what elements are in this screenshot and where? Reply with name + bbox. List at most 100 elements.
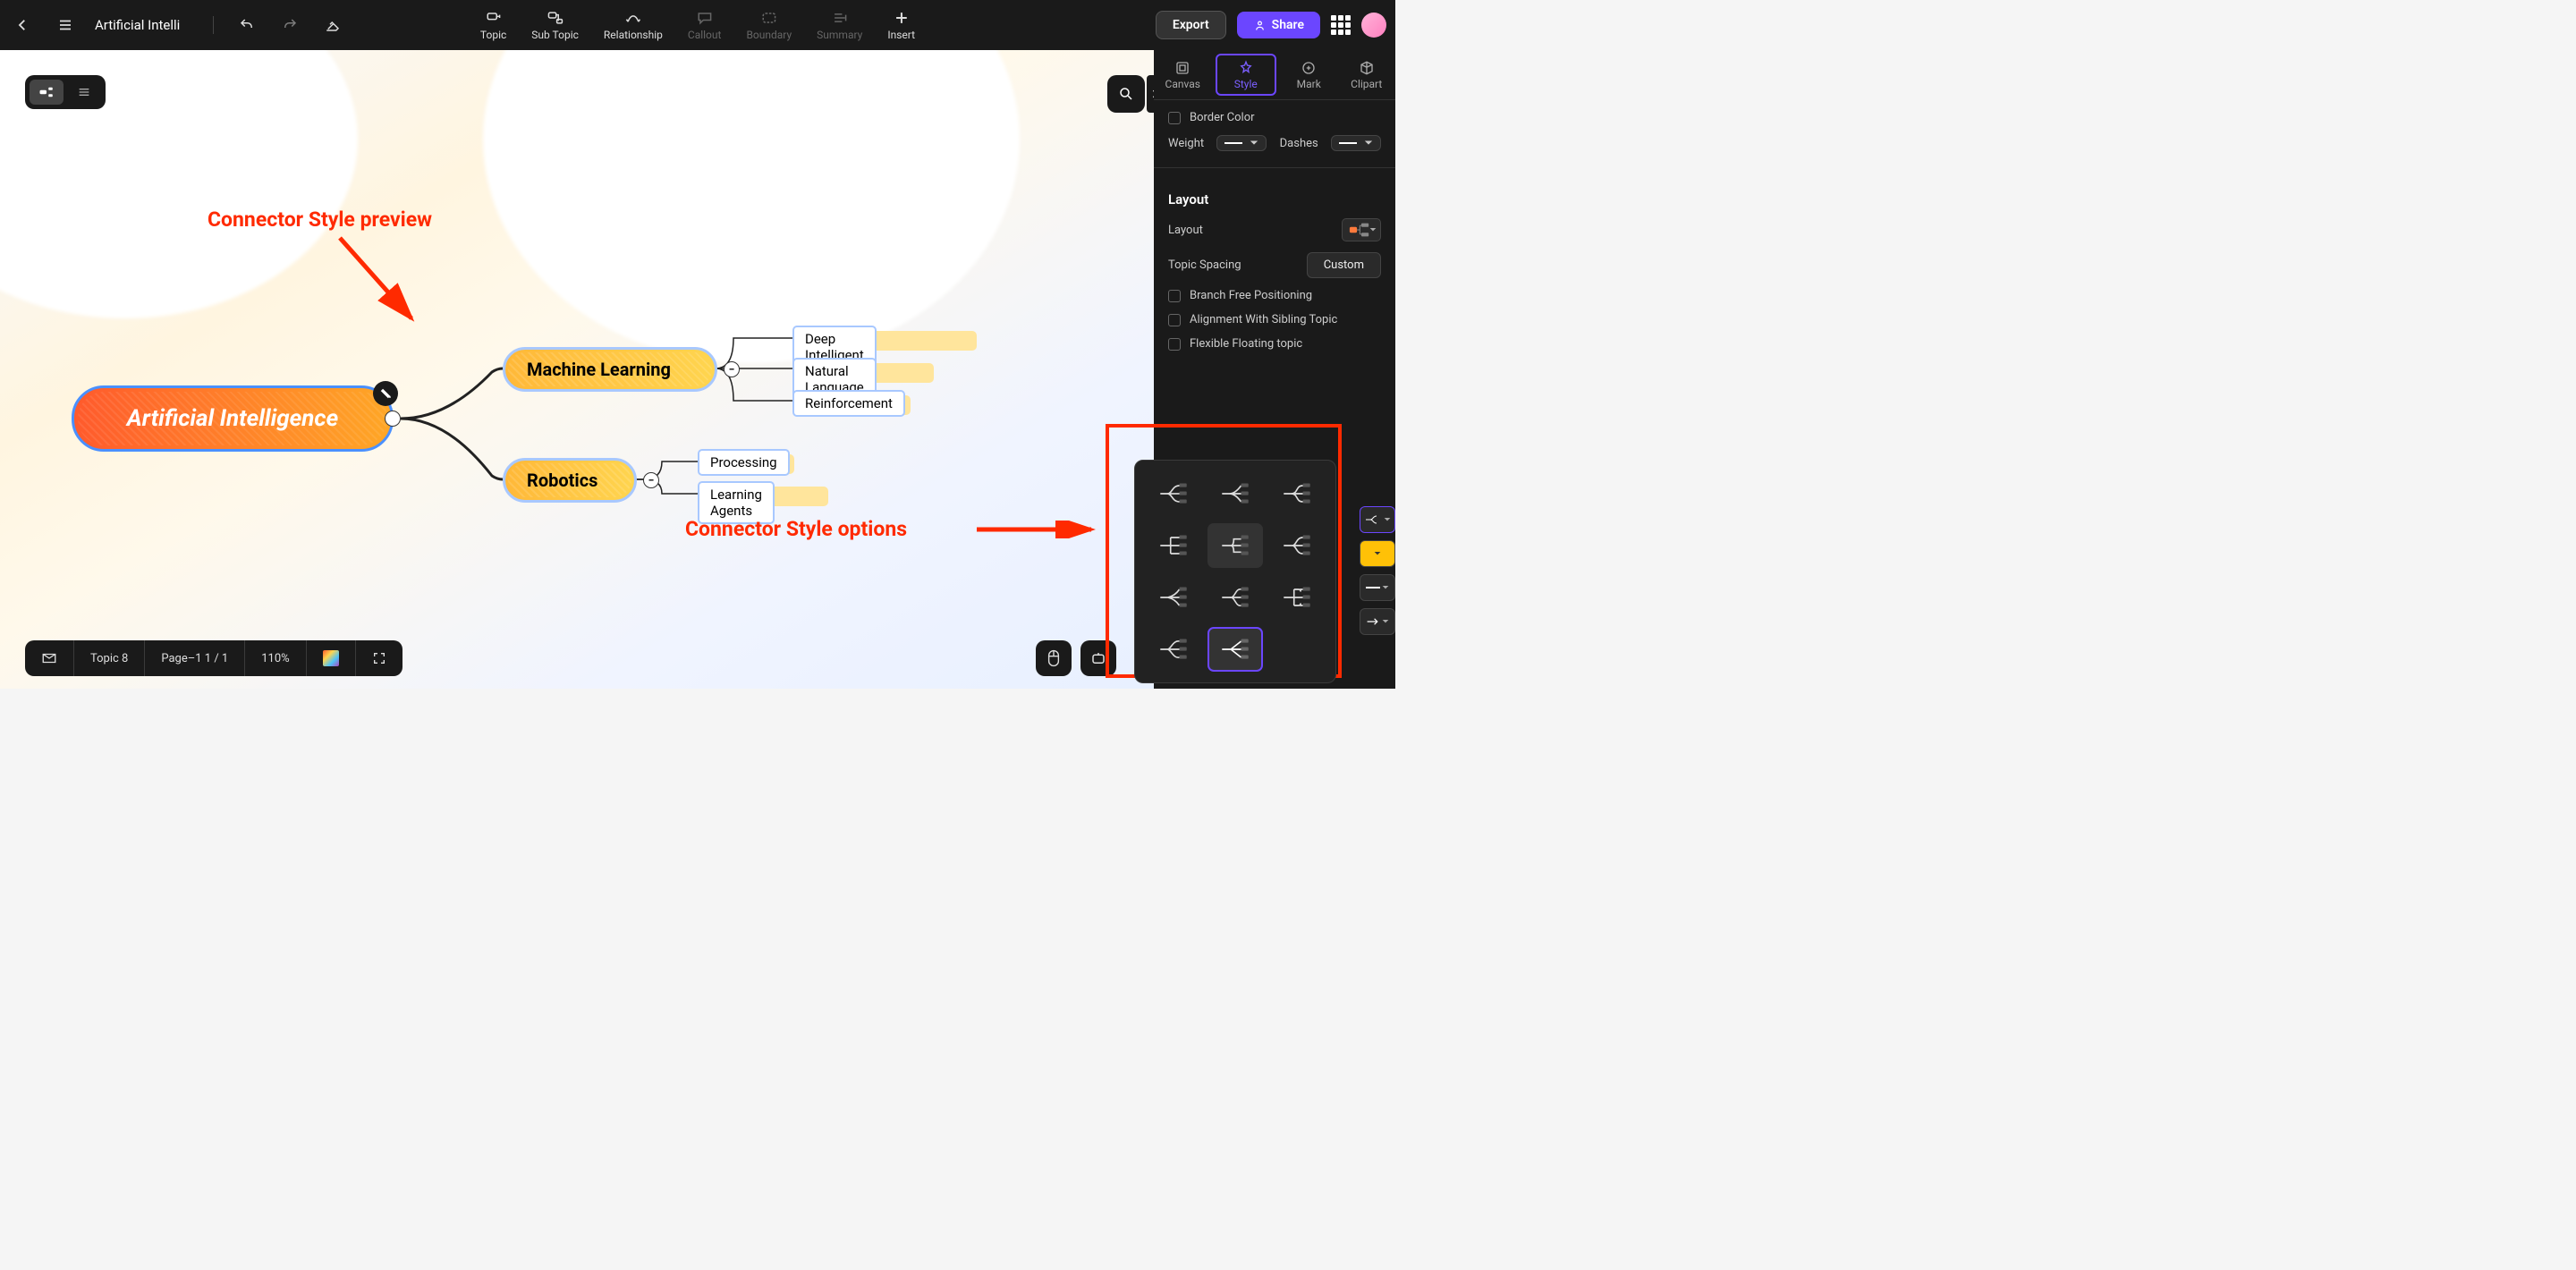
collapse-panel-button[interactable] [1147,75,1154,113]
outline-toggle[interactable] [25,640,74,676]
connector-style-popup [1134,460,1336,683]
tab-clipart[interactable]: Clipart [1338,50,1396,99]
page-indicator[interactable]: Page–1 1 / 1 [145,640,245,676]
branch-free-row[interactable]: Branch Free Positioning [1168,289,1381,302]
view-outline-button[interactable] [67,80,101,105]
tool-summary[interactable]: Summary [817,9,862,41]
share-button[interactable]: Share [1237,12,1320,38]
connector-arrow-dropdown[interactable] [1360,608,1395,635]
connector-option-9[interactable] [1270,575,1325,620]
root-topic-node[interactable]: Artificial Intelligence − [72,385,394,452]
connector-color-dropdown[interactable] [1360,540,1395,567]
connector-option-4[interactable] [1146,523,1200,568]
tab-label: Style [1234,78,1258,90]
connector-option-8[interactable] [1208,575,1262,620]
topic-label: Machine Learning [527,359,671,380]
theme-button[interactable] [319,12,346,38]
search-button[interactable] [1107,75,1145,113]
subtopic-label: Processing [710,454,777,470]
border-color-row[interactable]: Border Color [1168,111,1381,124]
fullscreen-button[interactable] [356,640,402,676]
tool-relationship[interactable]: Relationship [604,9,663,41]
weight-dashes-row: Weight Dashes [1168,135,1381,151]
topic-count[interactable]: Topic 8 [74,640,145,676]
border-color-label: Border Color [1190,111,1255,124]
tool-insert[interactable]: Insert [887,9,915,41]
checkbox[interactable] [1168,314,1181,326]
connector-weight-dropdown[interactable] [1360,574,1395,601]
alignment-row[interactable]: Alignment With Sibling Topic [1168,313,1381,326]
annotation-arrow [331,233,438,340]
zoom-level[interactable]: 110% [245,640,306,676]
root-topic-label: Artificial Intelligence [127,405,338,432]
view-mindmap-button[interactable] [30,80,64,105]
avatar[interactable] [1361,13,1386,38]
tool-boundary[interactable]: Boundary [746,9,792,41]
tab-label: Canvas [1165,78,1200,90]
custom-spacing-button[interactable]: Custom [1307,252,1381,278]
tool-label: Insert [887,29,915,41]
topic-node[interactable]: Robotics − [503,458,637,503]
topic-node[interactable]: Machine Learning − [503,347,717,392]
collapse-toggle[interactable]: − [385,411,401,427]
collapse-toggle[interactable]: − [724,361,740,377]
tool-subtopic[interactable]: Sub Topic [531,9,579,41]
subtopic-label: Reinforcement [805,395,893,411]
tab-style[interactable]: Style [1216,54,1277,96]
connector-option-3[interactable] [1270,471,1325,516]
connector-style-dropdown[interactable] [1360,506,1395,533]
connector-option-5[interactable] [1208,523,1262,568]
paint-icon[interactable] [373,381,398,406]
connector-option-2[interactable] [1208,471,1262,516]
connector-option-11[interactable] [1208,627,1262,672]
checkbox[interactable] [1168,338,1181,351]
export-button[interactable]: Export [1156,11,1226,39]
ai-button[interactable] [1080,640,1116,676]
checkbox[interactable] [1168,290,1181,302]
tab-mark[interactable]: Mark [1280,50,1338,99]
tab-label: Mark [1297,78,1321,90]
topic-spacing-row: Topic Spacing Custom [1168,252,1381,278]
tool-label: Summary [817,29,862,41]
view-toggle [25,75,106,109]
collapse-toggle[interactable]: − [643,472,659,488]
connector-option-6[interactable] [1270,523,1325,568]
connector-option-10[interactable] [1146,627,1200,672]
annotation-arrow [975,521,1100,538]
cloud-decoration [483,50,1020,363]
tool-topic[interactable]: Topic [480,9,506,41]
page-label: Page–1 1 / 1 [161,652,228,665]
theme-picker[interactable] [307,640,356,676]
weight-label: Weight [1168,137,1204,150]
tool-callout[interactable]: Callout [688,9,722,41]
connector-option-7[interactable] [1146,575,1200,620]
alignment-label: Alignment With Sibling Topic [1190,313,1337,326]
subtopic-label: Learning Agents [710,487,762,519]
weight-dropdown[interactable] [1216,135,1267,151]
tab-canvas[interactable]: Canvas [1154,50,1212,99]
toolbar-left [9,12,346,38]
subtopic-node[interactable]: Reinforcement [792,390,905,417]
tool-label: Sub Topic [531,29,579,41]
redo-button[interactable] [276,12,303,38]
mouse-mode-button[interactable] [1036,640,1072,676]
apps-icon[interactable] [1331,15,1351,35]
flexible-row[interactable]: Flexible Floating topic [1168,337,1381,351]
canvas-area[interactable]: Artificial Intelligence − Machine Learni… [0,50,1154,689]
back-button[interactable] [9,12,36,38]
subtopic-node[interactable]: Processing [698,449,790,476]
layout-dropdown[interactable] [1342,218,1381,241]
checkbox[interactable] [1168,112,1181,124]
dashes-dropdown[interactable] [1331,135,1381,151]
layout-section-title: Layout [1168,191,1381,207]
document-title-input[interactable] [95,17,193,33]
top-toolbar: Topic Sub Topic Relationship Callout Bou… [0,0,1395,50]
menu-button[interactable] [52,12,79,38]
rainbow-icon [323,650,339,666]
tool-label: Callout [688,29,722,41]
undo-button[interactable] [233,12,260,38]
layout-row: Layout [1168,218,1381,241]
connector-option-1[interactable] [1146,471,1200,516]
toolbar-right: Export Share [1156,11,1386,39]
dashes-label: Dashes [1280,137,1318,150]
